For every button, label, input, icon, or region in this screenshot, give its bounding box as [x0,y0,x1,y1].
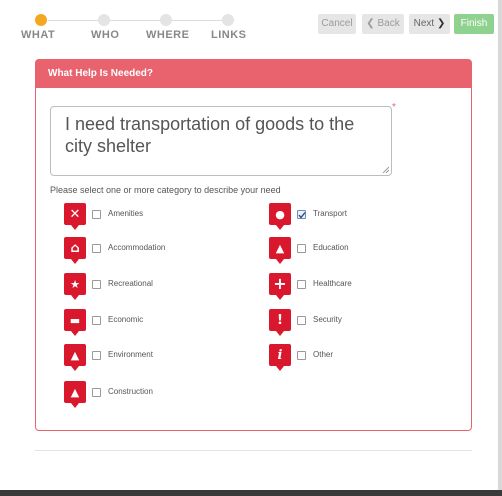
economic-label: Economic [108,315,144,324]
help-needed-panel: What Help Is Needed? I need transportati… [35,59,472,431]
recreational-label: Recreational [108,279,153,288]
cancel-button-label: Cancel [321,18,353,29]
window-edge [498,0,502,496]
graduation-cap-icon: ▲ [269,237,291,264]
tools-icon: ✕ [64,203,86,230]
security-checkbox[interactable] [297,316,306,325]
step-what-dot [35,14,47,26]
step-who-dot [98,14,110,26]
accommodation-label: Accommodation [108,243,166,252]
transport-checkbox[interactable] [297,210,306,219]
medical-cross-icon: + [269,273,291,300]
step-where-label[interactable]: WHERE [146,29,189,41]
healthcare-checkbox[interactable] [297,280,306,289]
other-checkbox[interactable] [297,351,306,360]
required-marker: * [392,102,396,113]
healthcare-label: Healthcare [313,279,352,288]
recreational-checkbox[interactable] [92,280,101,289]
resize-grip-icon[interactable] [381,165,389,173]
finish-button[interactable]: Finish [454,14,494,34]
amenities-checkbox[interactable] [92,210,101,219]
need-description-textarea[interactable]: I need transportation of goods to the ci… [50,106,392,176]
transport-label: Transport [313,209,347,218]
construction-label: Construction [108,387,153,396]
education-checkbox[interactable] [297,244,306,253]
cancel-button[interactable]: Cancel [318,14,356,34]
security-label: Security [313,315,342,324]
environment-label: Environment [108,350,153,359]
wizard-stepper: WHAT WHO WHERE LINKS [0,0,300,50]
education-label: Education [313,243,349,252]
chevron-left-icon: ❮ [366,18,375,29]
back-button[interactable]: ❮ Back [362,14,404,34]
amenities-label: Amenities [108,209,144,218]
construction-worker-icon: ▲ [64,381,86,408]
stepper-line [48,20,228,21]
other-label: Other [313,350,334,359]
step-where-dot [160,14,172,26]
handshake-icon: ▬ [64,309,86,336]
accommodation-checkbox[interactable] [92,244,101,253]
warning-icon: ! [269,309,291,336]
car-icon: ● [269,203,291,230]
step-links-dot [222,14,234,26]
back-button-label: Back [377,18,400,29]
need-description-text: I need transportation of goods to the ci… [65,114,355,156]
next-button[interactable]: Next ❯ [409,14,450,34]
info-icon: i [269,344,291,371]
window-bottom-edge [0,490,502,496]
step-links-label[interactable]: LINKS [211,29,247,41]
environment-checkbox[interactable] [92,351,101,360]
economic-checkbox[interactable] [92,316,101,325]
recreation-icon: ★ [64,273,86,300]
category-instruction: Please select one or more category to de… [50,185,281,195]
step-who-label[interactable]: WHO [91,29,119,41]
chevron-right-icon: ❯ [436,18,446,29]
checkmark-icon [298,212,306,219]
next-button-label: Next [413,18,435,29]
panel-title: What Help Is Needed? [36,60,471,88]
section-divider [35,450,472,451]
construction-checkbox[interactable] [92,388,101,397]
finish-button-label: Finish [460,18,488,29]
home-icon: ⌂ [64,237,86,264]
step-what-label[interactable]: WHAT [21,29,55,41]
worker-icon: ▲ [64,344,86,371]
